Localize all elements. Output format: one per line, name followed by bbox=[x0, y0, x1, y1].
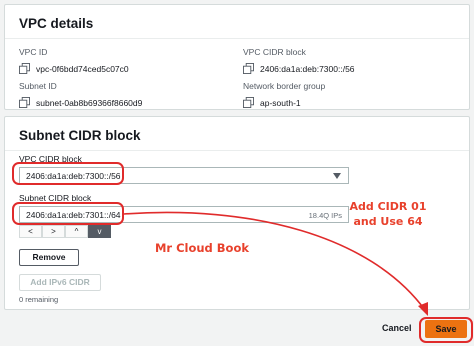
annotation-line-2: and Use 64 bbox=[353, 215, 423, 228]
watermark-text: Mr Cloud Book bbox=[154, 241, 250, 255]
annotation-arrow-icon bbox=[123, 211, 428, 316]
annotation-line-1: Add CIDR 01 bbox=[349, 200, 427, 213]
page: VPC details VPC ID vpc-0f6bdd74ced5c07c0… bbox=[0, 0, 474, 346]
